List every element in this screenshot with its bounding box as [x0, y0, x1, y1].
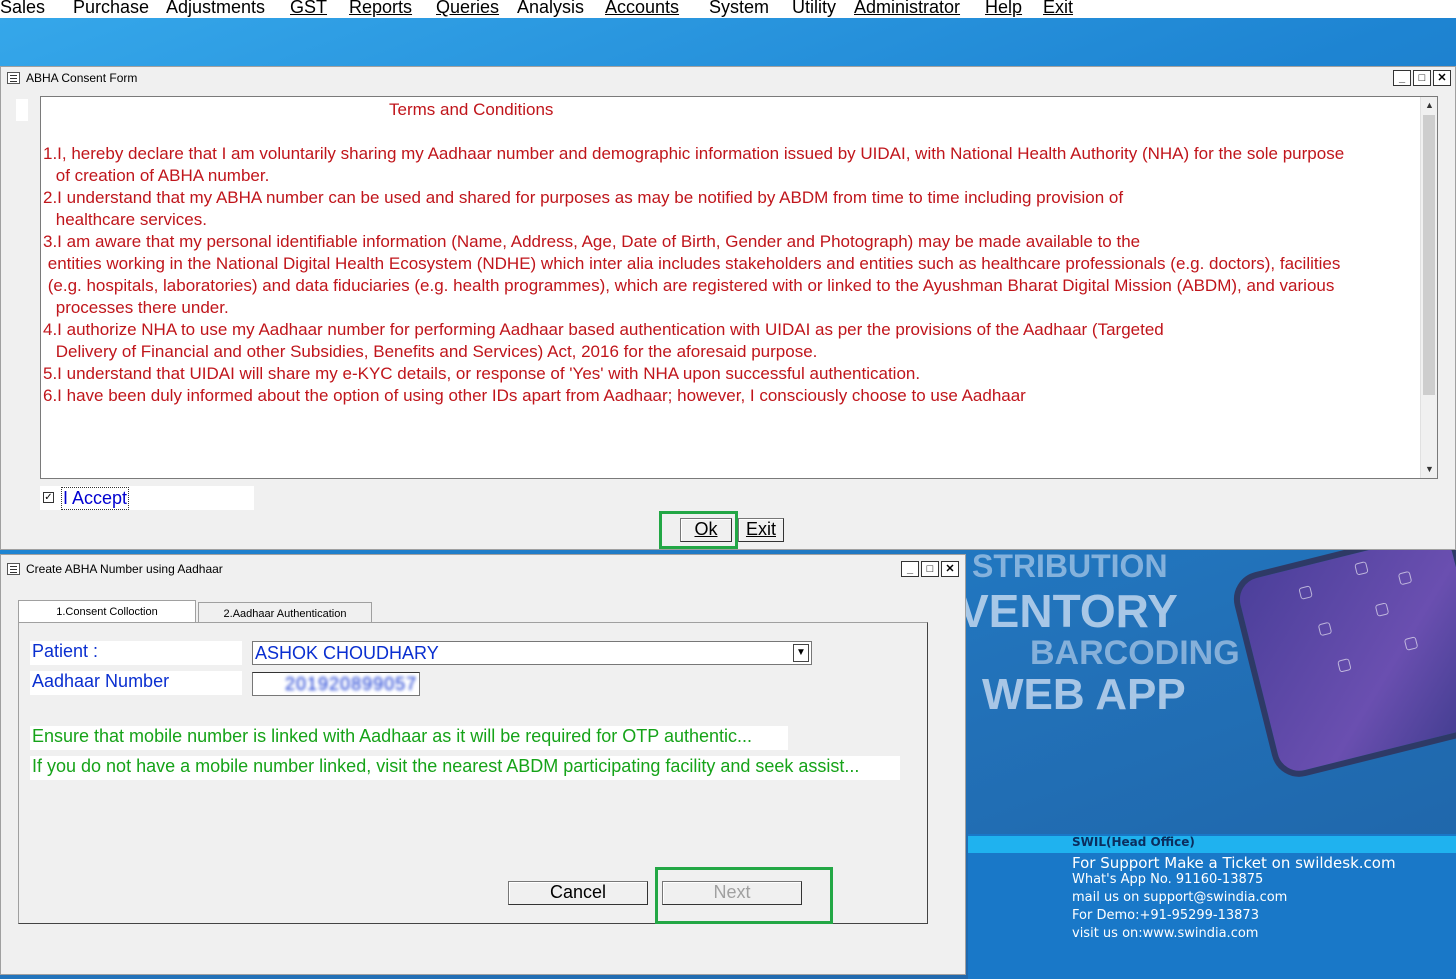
demo-text: For Demo:+91-95299-13873 [1072, 908, 1259, 923]
patient-label: Patient : [30, 641, 242, 665]
menu-gst[interactable]: GST [290, 0, 327, 18]
cancel-button[interactable]: Cancel [508, 881, 648, 905]
phone-graphic [1228, 523, 1456, 783]
maximize-icon[interactable]: □ [921, 561, 939, 577]
scroll-up-icon[interactable]: ▲ [1421, 97, 1437, 114]
aadhaar-number-field[interactable]: 201920899057 [252, 672, 420, 696]
menu-adjustments[interactable]: Adjustments [166, 0, 265, 18]
main-menu-bar: Sales Purchase Adjustments GST Reports Q… [0, 0, 1456, 18]
terms-line: 3.I am aware that my personal identifiab… [43, 232, 1141, 251]
menu-utility[interactable]: Utility [792, 0, 836, 18]
cancel-button-label: Cancel [549, 882, 607, 902]
bg-text-barcoding: BARCODING [1030, 634, 1240, 672]
menu-help[interactable]: Help [985, 0, 1022, 18]
terms-textbox[interactable]: Terms and Conditions 1.I, hereby declare… [40, 96, 1438, 479]
accept-label[interactable]: I Accept [61, 487, 130, 510]
bg-text-inventory: VENTORY [958, 585, 1178, 637]
menu-system[interactable]: System [709, 0, 769, 18]
office-name: SWIL(Head Office) [1072, 835, 1195, 849]
minimize-icon[interactable]: _ [901, 561, 919, 577]
menu-analysis[interactable]: Analysis [517, 0, 584, 18]
maximize-icon[interactable]: □ [1413, 70, 1431, 86]
bg-text-distribution: STRIBUTION [972, 548, 1168, 584]
office-bar [968, 836, 1456, 853]
scroll-thumb[interactable] [1423, 115, 1435, 395]
window-menu-icon[interactable] [7, 563, 20, 575]
window-menu-icon[interactable] [7, 72, 20, 84]
no-mobile-note: If you do not have a mobile number linke… [30, 756, 900, 780]
aadhaar-value-blurred: 201920899057 [285, 674, 418, 694]
terms-line: 6.I have been duly informed about the op… [43, 386, 1026, 405]
close-icon[interactable]: ✕ [941, 561, 959, 577]
patient-select[interactable]: ASHOK CHOUDHARY ▼ [252, 641, 812, 665]
terms-line: entities working in the National Digital… [43, 254, 1341, 273]
terms-line: healthcare services. [51, 210, 207, 229]
patient-value: ASHOK CHOUDHARY [255, 643, 439, 663]
abha-window-titlebar[interactable]: Create ABHA Number using Aadhaar _ □ ✕ [1, 555, 965, 583]
abha-window-title: Create ABHA Number using Aadhaar [26, 562, 223, 576]
scroll-down-icon[interactable]: ▼ [1421, 461, 1437, 478]
ok-button-highlight [659, 511, 738, 549]
next-button-highlight [655, 867, 833, 924]
terms-content: Terms and Conditions 1.I, hereby declare… [43, 97, 1419, 407]
terms-line: 2.I understand that my ABHA number can b… [43, 188, 1124, 207]
visit-text: visit us on:www.swindia.com [1072, 926, 1259, 941]
consent-window-titlebar[interactable]: ABHA Consent Form _ □ ✕ [1, 67, 1455, 89]
menu-exit[interactable]: Exit [1043, 0, 1073, 18]
mobile-linked-note: Ensure that mobile number is linked with… [30, 726, 788, 750]
terms-spacer [43, 121, 1419, 143]
menu-queries[interactable]: Queries [436, 0, 499, 18]
left-marker [16, 99, 28, 121]
accept-checkbox[interactable]: ✓ [43, 492, 54, 503]
consent-window-title: ABHA Consent Form [26, 71, 138, 85]
terms-line: of creation of ABHA number. [51, 166, 270, 185]
support-text: For Support Make a Ticket on swildesk.co… [1072, 854, 1396, 872]
terms-line: 4.I authorize NHA to use my Aadhaar numb… [43, 320, 1164, 339]
terms-line: Delivery of Financial and other Subsidie… [51, 342, 818, 361]
menu-accounts[interactable]: Accounts [605, 0, 679, 18]
accept-checkbox-area[interactable]: ✓ I Accept [40, 486, 254, 510]
menu-sales[interactable]: Sales [0, 0, 45, 18]
terms-line: (e.g. hospitals, laboratories) and data … [43, 276, 1335, 295]
menu-reports[interactable]: Reports [349, 0, 412, 18]
minimize-icon[interactable]: _ [1393, 70, 1411, 86]
exit-button[interactable]: Exit [738, 518, 784, 542]
bg-text-webapp: WEB APP [982, 670, 1186, 719]
whatsapp-text: What's App No. 91160-13875 [1072, 872, 1264, 887]
terms-scrollbar[interactable]: ▲ ▼ [1420, 97, 1437, 478]
menu-purchase[interactable]: Purchase [73, 0, 149, 18]
aadhaar-label: Aadhaar Number [30, 671, 242, 695]
exit-button-label: Exit [745, 519, 776, 539]
mail-text: mail us on support@swindia.com [1072, 890, 1288, 905]
menu-administrator[interactable]: Administrator [854, 0, 960, 18]
terms-line: 1.I, hereby declare that I am voluntaril… [43, 144, 1345, 163]
terms-line: 5.I understand that UIDAI will share my … [43, 364, 921, 383]
terms-line: processes there under. [51, 298, 229, 317]
chevron-down-icon[interactable]: ▼ [793, 644, 809, 662]
terms-title: Terms and Conditions [389, 100, 554, 119]
close-icon[interactable]: ✕ [1433, 70, 1451, 86]
support-info-panel: SWIL(Head Office) For Support Make a Tic… [968, 834, 1456, 979]
